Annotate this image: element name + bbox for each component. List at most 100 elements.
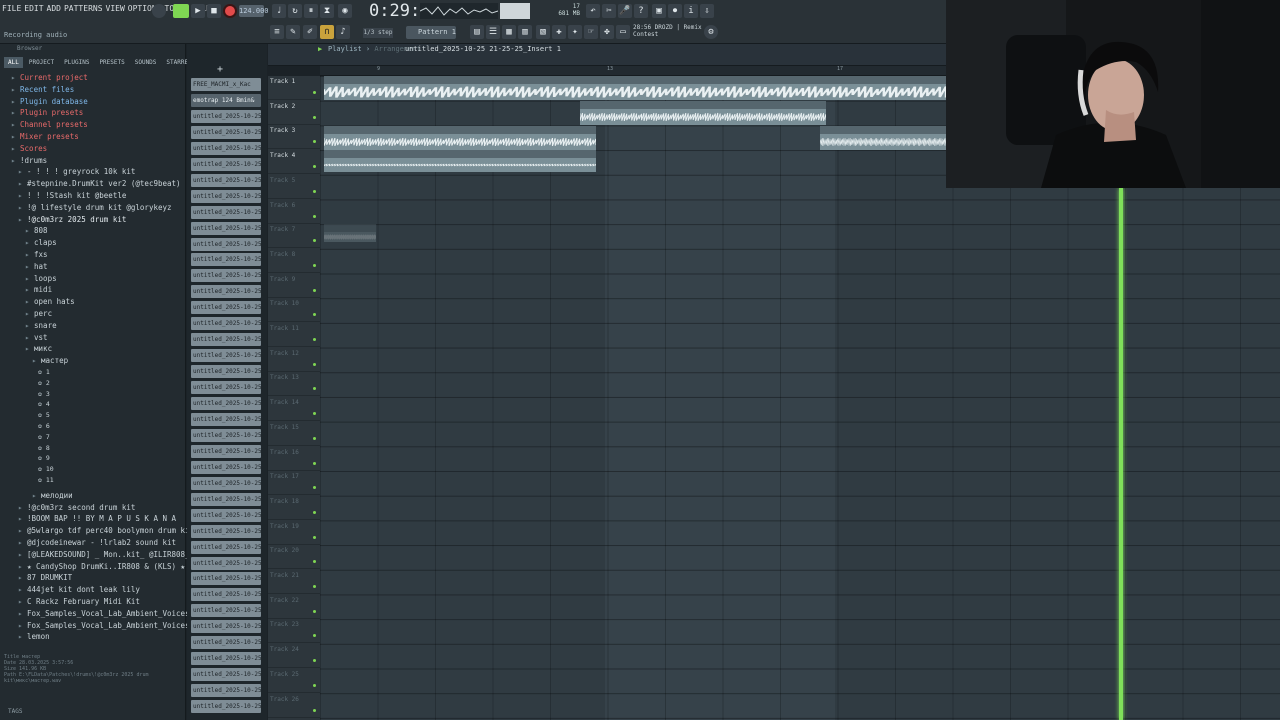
track-header[interactable]: Track 13 — [268, 372, 320, 397]
wait-icon[interactable]: ⏸ — [304, 4, 318, 18]
channel-button[interactable]: untitled_2025-10-25 21- — [191, 412, 261, 426]
plugin-icon[interactable]: ✤ — [600, 25, 614, 39]
browser-item[interactable]: ▸ Plugin database — [0, 96, 88, 107]
browser-item[interactable]: ▸ snare — [0, 320, 57, 331]
browser-item[interactable]: ✿ 7 — [0, 432, 50, 442]
browser-item[interactable]: ▸ 808 — [0, 225, 48, 236]
track-led-icon[interactable] — [313, 288, 316, 292]
track-led-icon[interactable] — [313, 239, 316, 243]
channel-button[interactable]: untitled_2025-10-25 21- — [191, 381, 261, 395]
track-led-icon[interactable] — [313, 535, 316, 539]
tempo-display[interactable]: 124.000 — [239, 5, 269, 17]
browser-item[interactable]: ✿ 4 — [0, 399, 50, 409]
channel-button[interactable]: untitled_2025-10-25 21- — [191, 636, 261, 650]
track-header[interactable]: Track 10 — [268, 298, 320, 323]
audio-clip[interactable]: untitled_2025_Insert 1 — [324, 224, 376, 242]
track-header[interactable]: Track 7 — [268, 224, 320, 249]
channel-button[interactable]: untitled_2025-10-25 21- — [191, 572, 261, 586]
browser-icon[interactable]: ▧ — [536, 25, 550, 39]
track-led-icon[interactable] — [313, 461, 316, 465]
track-header[interactable]: Track 1 — [268, 76, 320, 100]
touch-icon[interactable]: ☞ — [584, 25, 598, 39]
browser-item[interactable]: ✿ 9 — [0, 453, 50, 463]
track-led-icon[interactable] — [313, 387, 316, 391]
settings-icon[interactable]: ⚙ — [704, 25, 718, 39]
track-header[interactable]: Track 17 — [268, 471, 320, 496]
stop-button[interactable]: ■ — [207, 4, 221, 18]
browser-item[interactable]: ✿ 1 — [0, 367, 50, 377]
channel-button[interactable]: untitled_2025-10-25 21- — [191, 556, 261, 570]
pat-song-toggle[interactable] — [173, 4, 189, 18]
browser-item[interactable]: ▸ !@c0m3rz 2025 drum kit — [0, 214, 126, 225]
browser-item[interactable]: ▸ микс — [0, 343, 52, 354]
browser-item[interactable]: ▸ loops — [0, 273, 57, 284]
channel-button[interactable]: untitled_2025-10-25 21- — [191, 157, 261, 171]
browser-item[interactable]: ▸ !@c0m3rz second drum kit — [0, 502, 135, 513]
track-led-icon[interactable] — [313, 708, 316, 712]
piano-roll-icon[interactable]: ▤ — [470, 25, 484, 39]
browser-item[interactable]: ▸ мастер — [0, 355, 68, 366]
track-header[interactable]: Track 4 — [268, 150, 320, 175]
audio-clip[interactable]: untitled_2025-10-25 23-43-47_Insert 1 — [580, 101, 826, 125]
browser-item[interactable]: ▸ Scores — [0, 143, 47, 154]
track-header[interactable]: Track 16 — [268, 447, 320, 471]
browser-tab[interactable]: PROJECT — [25, 57, 58, 68]
track-header[interactable]: Track 11 — [268, 323, 320, 347]
save-icon[interactable]: ▣ — [652, 4, 666, 18]
browser-item[interactable]: ▸ C Rackz February Midi Kit — [0, 596, 140, 607]
channel-button[interactable]: untitled_2025-10-25 21- — [191, 444, 261, 458]
channel-rack-icon[interactable]: ▦ — [502, 25, 516, 39]
download-icon[interactable]: ⇩ — [700, 4, 714, 18]
track-header[interactable]: Track 18 — [268, 496, 320, 520]
track-header[interactable]: Track 26 — [268, 694, 320, 718]
mic-icon[interactable]: 🎤 — [618, 4, 632, 18]
browser-item[interactable]: ▸ perc — [0, 308, 52, 319]
track-led-icon[interactable] — [313, 313, 316, 317]
browser-item[interactable]: ✿ 10 — [0, 464, 54, 474]
channel-button[interactable]: untitled_2025-10-25 21- — [191, 508, 261, 522]
menu-item[interactable]: VIEW — [106, 4, 125, 18]
browser-item[interactable]: ▸ Channel presets — [0, 119, 88, 130]
channel-button[interactable]: untitled_2025-10-25 21- — [191, 125, 261, 139]
render-icon[interactable]: ⏺ — [668, 4, 682, 18]
track-header[interactable]: Track 12 — [268, 348, 320, 372]
channel-button[interactable]: untitled_2025-10-25 21- — [191, 604, 261, 618]
draw-icon[interactable]: ✎ — [286, 25, 300, 39]
undo-icon[interactable]: ↶ — [586, 4, 600, 18]
track-header[interactable]: Track 24 — [268, 644, 320, 669]
track-header[interactable]: Track 5 — [268, 175, 320, 199]
track-header[interactable]: Track 19 — [268, 521, 320, 545]
info-icon[interactable]: i — [684, 4, 698, 18]
track-led-icon[interactable] — [313, 115, 316, 119]
track-led-icon[interactable] — [313, 165, 316, 169]
browser-item[interactable]: ▸ Recent files — [0, 84, 74, 95]
browser-item[interactable]: ▸ мелодии — [0, 490, 73, 501]
scripting-icon[interactable]: ▭ — [616, 25, 630, 39]
channel-button[interactable]: untitled_2025-10-25 21- — [191, 269, 261, 283]
magnet-icon[interactable]: ∩ — [320, 25, 334, 39]
browser-tab[interactable]: SOUNDS — [131, 57, 161, 68]
playhead[interactable] — [1119, 188, 1123, 720]
browser-item[interactable]: ▸ - ! ! ! greyrock 10k kit — [0, 166, 135, 177]
browser-item[interactable]: ▸ Fox_Samples_Vocal_Lab_Ambient_Voices_M… — [0, 620, 212, 631]
playlist-toolbar-icon[interactable]: ≡ — [270, 25, 284, 39]
browser-item[interactable]: ✿ 11 — [0, 475, 54, 485]
track-led-icon[interactable] — [313, 362, 316, 366]
track-led-icon[interactable] — [313, 560, 316, 564]
audio-clip[interactable]: untitled_2025-10-25 21-39-11_Insert 1 — [324, 150, 596, 172]
channel-button[interactable]: untitled_2025-10-25 21- — [191, 476, 261, 490]
audio-clip[interactable]: emotrap 124 Bmin448 greyrock stwshits — [324, 76, 946, 100]
track-led-icon[interactable] — [313, 585, 316, 588]
channel-button[interactable]: untitled_2025-10-25 21- — [191, 524, 261, 538]
track-header[interactable]: Track 3 — [268, 125, 320, 150]
channel-button[interactable]: untitled_2025-10-25 21- — [191, 492, 261, 506]
plugin-picker-icon[interactable]: ✚ — [552, 25, 566, 39]
channel-button[interactable]: untitled_2025-10-25 21- — [191, 460, 261, 474]
loop-icon[interactable]: ↻ — [288, 4, 302, 18]
track-led-icon[interactable] — [313, 436, 316, 440]
track-header[interactable]: Track 14 — [268, 397, 320, 422]
track-header[interactable]: Track 6 — [268, 200, 320, 224]
channel-button[interactable]: untitled_2025-10-25 21- — [191, 333, 261, 347]
track-header[interactable]: Track 20 — [268, 545, 320, 570]
channel-button[interactable]: untitled_2025-10-25 21- — [191, 189, 261, 203]
